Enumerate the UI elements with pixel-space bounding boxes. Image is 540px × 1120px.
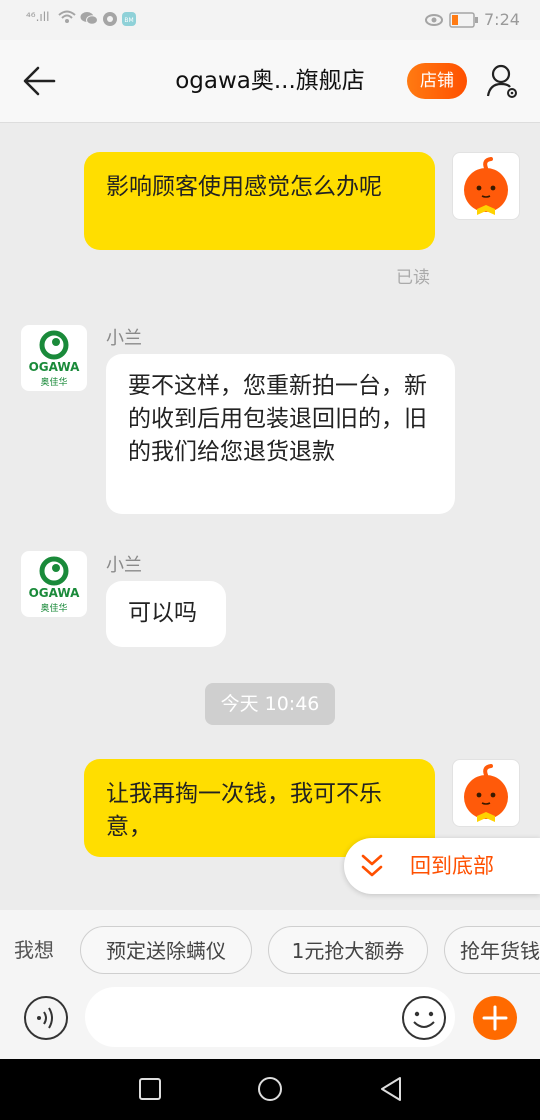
plus-icon[interactable] — [472, 995, 518, 1041]
svg-text:BM: BM — [124, 17, 133, 24]
svg-text:OGAWA: OGAWA — [29, 586, 80, 600]
message-bubble-self: 影响顾客使用感觉怎么办呢 — [84, 152, 435, 250]
message-bubble-shop: 可以吗 — [106, 581, 226, 647]
signal-text: ⁴⁶.ıll — [26, 10, 50, 24]
svg-text:奥佳华: 奥佳华 — [40, 602, 67, 614]
avatar[interactable]: OGAWA 奥佳华 — [21, 551, 87, 617]
quick-reply-chip[interactable]: 抢年货钱 — [444, 926, 540, 974]
avatar[interactable] — [452, 152, 520, 220]
message-input[interactable] — [85, 987, 455, 1047]
message-text: 可以吗 — [128, 600, 197, 626]
recent-apps-icon[interactable] — [138, 1077, 162, 1105]
avatar[interactable]: OGAWA 奥佳华 — [21, 325, 87, 391]
back-arrow-icon[interactable] — [22, 64, 58, 98]
wechat-icon — [80, 11, 98, 30]
clock: 7:24 — [484, 10, 520, 29]
home-icon[interactable] — [257, 1076, 283, 1106]
voice-icon[interactable] — [23, 995, 69, 1041]
back-to-bottom-label: 回到底部 — [410, 854, 494, 878]
battery-icon — [449, 12, 479, 32]
emoji-icon[interactable] — [401, 995, 447, 1041]
eye-icon — [424, 12, 444, 31]
back-nav-icon[interactable] — [378, 1076, 404, 1106]
double-chevron-down-icon — [360, 852, 384, 884]
notification-icon — [102, 11, 118, 31]
ogawa-logo-icon: OGAWA 奥佳华 — [29, 330, 80, 388]
time-separator: 今天 10:46 — [205, 683, 335, 725]
quick-reply-chip[interactable]: 1元抢大额券 — [268, 926, 428, 974]
sender-name: 小兰 — [106, 555, 142, 576]
message-text: 要不这样，您重新拍一台，新的收到后用包装退回旧的，旧的我们给您退货退款 — [128, 373, 427, 465]
ogawa-logo-icon: OGAWA 奥佳华 — [29, 556, 80, 614]
read-status: 已读 — [396, 268, 430, 288]
shop-button[interactable]: 店铺 — [407, 63, 467, 99]
user-avatar-icon — [464, 764, 508, 822]
message-bubble-shop: 要不这样，您重新拍一台，新的收到后用包装退回旧的，旧的我们给您退货退款 — [106, 354, 455, 514]
svg-text:OGAWA: OGAWA — [29, 360, 80, 374]
message-text: 让我再掏一次钱，我可不乐意， — [106, 781, 382, 840]
back-to-bottom-button[interactable]: 回到底部 — [344, 838, 540, 894]
user-avatar-icon — [464, 157, 508, 215]
wifi-icon — [58, 10, 76, 28]
status-bar: ⁴⁶.ıll BM 7:24 — [0, 0, 540, 40]
system-nav-bar — [0, 1059, 540, 1120]
svg-text:奥佳华: 奥佳华 — [40, 376, 67, 388]
quick-reply-chip[interactable]: 预定送除螨仪 — [80, 926, 252, 974]
avatar[interactable] — [452, 759, 520, 827]
chat-header: ogawa奥...旗舰店 店铺 — [0, 40, 540, 123]
sender-name: 小兰 — [106, 328, 142, 349]
message-text: 影响顾客使用感觉怎么办呢 — [106, 174, 382, 200]
quick-reply-label: 我想 — [14, 938, 54, 962]
input-bar — [0, 975, 540, 1059]
user-settings-icon[interactable] — [486, 62, 520, 100]
page-title: ogawa奥...旗舰店 — [175, 68, 365, 94]
app-icon: BM — [121, 11, 137, 31]
